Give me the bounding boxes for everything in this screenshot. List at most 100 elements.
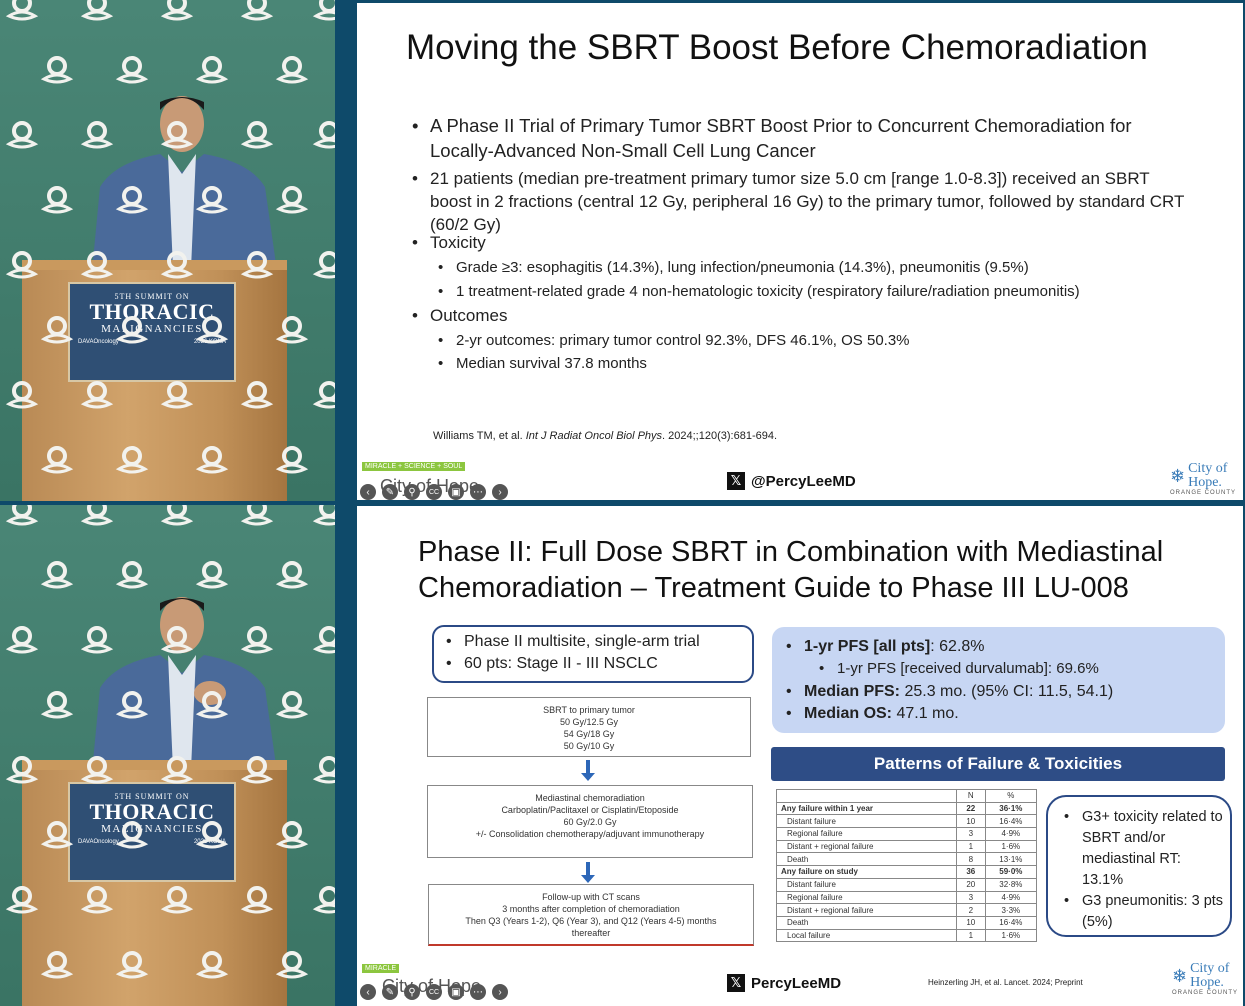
table-cell: Regional failure (776, 827, 957, 841)
backdrop-logo-icon (160, 755, 194, 785)
table-row: Any failure on study 36 59·0% (776, 865, 1038, 879)
backdrop-logo-icon (115, 950, 149, 980)
backdrop-logo-icon (80, 885, 114, 915)
slide-1-handle: 𝕏 @PercyLeeMD (727, 472, 856, 490)
backdrop-logo-icon (240, 120, 274, 150)
backdrop-logo-icon (312, 885, 335, 915)
table-cell: 59·0% (984, 865, 1038, 879)
table-cell: Any failure on study (776, 865, 957, 879)
backdrop-logo-icon (40, 445, 74, 475)
slides-icon[interactable]: ▣ (448, 484, 464, 500)
more-icon[interactable]: ⋯ (470, 484, 486, 500)
slide-1-citation: Williams TM, et al. Int J Radiat Oncol B… (433, 430, 778, 442)
backdrop-logo-icon (160, 250, 194, 280)
table-row: Regional failure 3 4·9% (776, 827, 1038, 841)
backdrop-logo-icon (160, 885, 194, 915)
table-cell: Any failure within 1 year (776, 801, 957, 816)
table-cell: Distant + regional failure (776, 903, 957, 917)
captions-icon[interactable]: CC (426, 984, 442, 1000)
slide-1-bullet: • 1 treatment-related grade 4 non-hematol… (438, 283, 1080, 300)
backdrop-logo-icon (40, 185, 74, 215)
backdrop-logo-icon (115, 560, 149, 590)
backdrop-logo-icon (80, 625, 114, 655)
table-header: % (984, 789, 1038, 803)
slide-1-bullet: • Outcomes (412, 306, 508, 325)
flow-arrow-down-icon (581, 760, 595, 781)
table-cell: Local failure (776, 928, 957, 943)
x-logo-icon: 𝕏 (727, 472, 745, 490)
backdrop-logo-icon (312, 250, 335, 280)
table-cell: 1·6% (984, 928, 1038, 943)
slide-1-bullet: • Toxicity (412, 233, 486, 252)
backdrop-logo-icon (160, 380, 194, 410)
toxicity-box: • G3+ toxicity related to SBRT and/or med… (1046, 795, 1232, 937)
backdrop-logo-icon (195, 560, 229, 590)
backdrop-logo-icon (5, 755, 39, 785)
prev-slide-icon[interactable]: ‹ (360, 484, 376, 500)
backdrop-logo-icon (195, 185, 229, 215)
next-slide-icon[interactable]: › (492, 484, 508, 500)
table-cell: 4·9% (984, 890, 1038, 905)
pen-icon[interactable]: ✎ (382, 484, 398, 500)
tagline: MIRACLE + SCIENCE + SOUL (362, 462, 466, 471)
backdrop-logo-icon (275, 445, 309, 475)
slide-1-bullet: • Median survival 37.8 months (438, 355, 647, 372)
zoom-icon[interactable]: ⚲ (404, 984, 420, 1000)
table-cell: 20 (956, 877, 986, 892)
result-item: • Median PFS: 25.3 mo. (95% CI: 11.5, 54.… (786, 683, 1114, 700)
table-cell: 36 (956, 865, 986, 879)
backdrop-logo-icon (5, 505, 39, 527)
slide-1-title: Moving the SBRT Boost Before Chemoradiat… (406, 28, 1148, 67)
result-item: • Median OS: 47.1 mo. (786, 705, 959, 722)
table-row: Any failure within 1 year 22 36·1% (776, 801, 1038, 816)
tagline: MIRACLE (362, 964, 400, 973)
x-logo-icon: 𝕏 (727, 974, 745, 992)
backdrop-logo-icon (312, 120, 335, 150)
table-cell: Distant failure (776, 814, 957, 829)
backdrop-logo-icon (240, 625, 274, 655)
zoom-icon[interactable]: ⚲ (404, 484, 420, 500)
slides-icon[interactable]: ▣ (448, 984, 464, 1000)
table-cell: 3·3% (984, 903, 1038, 917)
backdrop-logo-icon (160, 505, 194, 527)
backdrop-logo-icon (240, 885, 274, 915)
backdrop-logo-icon (240, 505, 274, 527)
table-cell: 3 (956, 827, 986, 841)
backdrop-logo-icon (115, 185, 149, 215)
table-cell: 8 (956, 852, 986, 867)
table-row: Distant failure 20 32·8% (776, 877, 1038, 892)
backdrop-logo-icon (312, 755, 335, 785)
table-cell: Death (776, 915, 957, 930)
trial-bullet: 60 pts: Stage II - III NSCLC (464, 655, 658, 673)
table-row: Distant + regional failure 2 3·3% (776, 903, 1038, 917)
next-slide-icon[interactable]: › (492, 984, 508, 1000)
city-of-hope-logo-2: ❄ City of Hope. ORANGE COUNTY (1172, 961, 1239, 997)
table-cell: 2 (956, 903, 986, 917)
flow-box-chemoradiation: Mediastinal chemoradiation Carboplatin/Pa… (427, 785, 753, 858)
table-cell: Regional failure (776, 890, 957, 905)
backdrop-logo-icon (160, 625, 194, 655)
backdrop-logo-icon (5, 625, 39, 655)
captions-icon[interactable]: CC (426, 484, 442, 500)
backdrop-logo-icon (80, 380, 114, 410)
result-item: • 1-yr PFS [received durvalumab]: 69.6% (819, 660, 1099, 677)
flow-box-sbrt: SBRT to primary tumor 50 Gy/12.5 Gy 54 Gy/… (427, 697, 751, 757)
table-row: Distant + regional failure 1 1·6% (776, 839, 1038, 854)
backdrop-logo-icon (5, 250, 39, 280)
more-icon[interactable]: ⋯ (470, 984, 486, 1000)
backdrop-logo-icon (5, 120, 39, 150)
backdrop-logo-icon (115, 820, 149, 850)
trial-bullet: Phase II multisite, single-arm trial (464, 633, 700, 650)
backdrop-logo-icon (195, 950, 229, 980)
slide-1-bullet: • 21 patients (median pre-treatment prima… (412, 169, 1185, 234)
backdrop-logo-icon (312, 0, 335, 22)
prev-slide-icon[interactable]: ‹ (360, 984, 376, 1000)
slide-2-citation: Heinzerling JH, et al. Lancet. 2024; Pre… (928, 978, 1083, 987)
backdrop-logo-icon (115, 690, 149, 720)
backdrop-logo-icon (80, 0, 114, 22)
backdrop-logo-icon (160, 120, 194, 150)
backdrop-logo-icon (195, 690, 229, 720)
pen-icon[interactable]: ✎ (382, 984, 398, 1000)
backdrop-logo-icon (312, 625, 335, 655)
backdrop-logo-icon (312, 380, 335, 410)
